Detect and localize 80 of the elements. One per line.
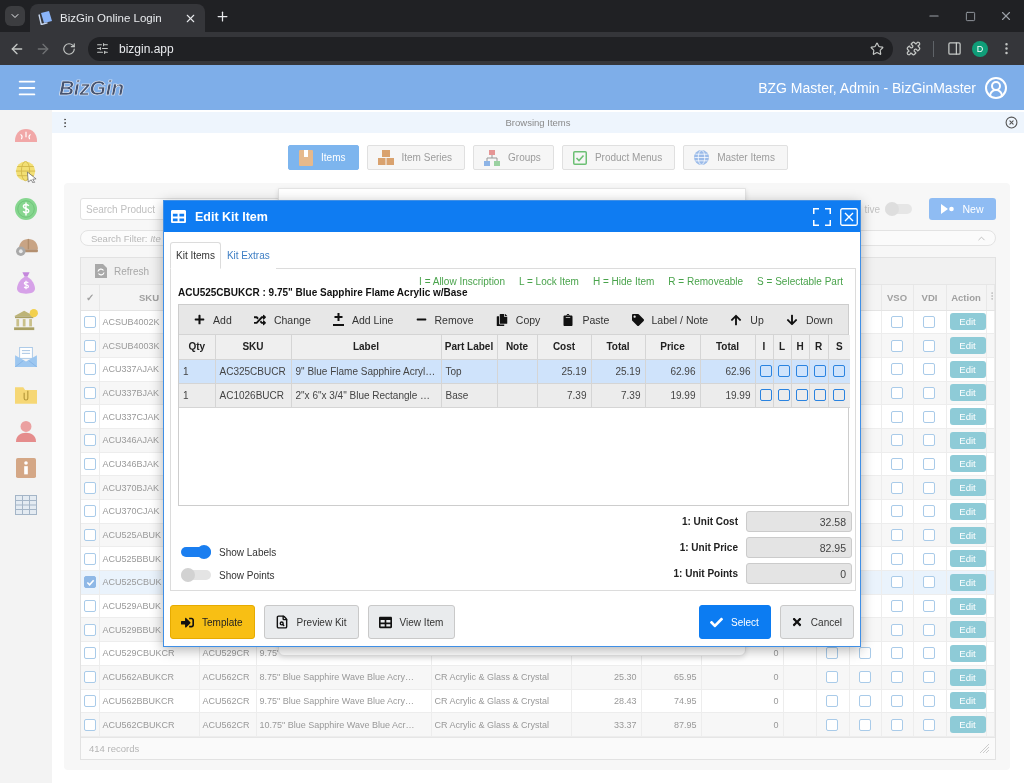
price-text: 74.95 [673, 695, 697, 706]
category-text: CR Acrylic & Glass & Crystal [434, 719, 550, 730]
sku-text: ACU337AJAK [102, 364, 160, 375]
sku-text: ACSUB4003K [102, 340, 160, 351]
column-header: VSO [886, 291, 908, 303]
sku-text: ACU525BBUK [102, 553, 162, 564]
total-field: 32.58 [746, 511, 852, 532]
points-text: 0 [773, 672, 779, 683]
table-cell: AC1026BUCR [215, 383, 291, 407]
code-text: ACU562CR [202, 695, 250, 706]
item-title: ACU525CBUKCR : 9.75" Blue Sapphire Flame Acrylic w/Base [178, 287, 468, 299]
table-cell: AC325CBUCR [215, 359, 291, 383]
code-text: ACU529CR [202, 648, 250, 659]
sku-text: ACU529BBUK [102, 624, 162, 635]
page-title: Browsing Items [504, 117, 572, 128]
sku-text: ACU337BJAK [102, 387, 160, 398]
code-text: ACU562CR [202, 719, 250, 730]
label-text: 10.75" Blue Sapphire Wave Blue Acr… [259, 719, 415, 730]
category-text: CR Acrylic & Glass & Crystal [434, 672, 550, 683]
sku-text: ACU337CJAK [102, 411, 160, 422]
total-label: 1: Unit Price [679, 542, 738, 553]
table-cell: 62.96 [645, 359, 700, 383]
label-text: 8.75" Blue Sapphire Wave Blue Acry… [259, 672, 414, 683]
toggle-label: Show Labels [219, 546, 277, 558]
column-header: SKU [138, 291, 160, 303]
toggle-label: Show Points [219, 569, 275, 581]
table-cell: Top [441, 359, 497, 383]
points-text: 0 [773, 719, 779, 730]
price-text: 87.95 [673, 719, 697, 730]
price-text: 65.95 [673, 672, 697, 683]
total-label: 1: Unit Cost [681, 516, 738, 527]
sku-text: ACU346AJAK [102, 435, 160, 446]
legend-text: I = Allow Inscription [419, 275, 505, 287]
points-text: 0 [773, 695, 779, 706]
sku-text: ACU562BBUKCR [102, 695, 175, 706]
table-cell: 25.19 [591, 359, 645, 383]
table-cell: 62.96 [700, 359, 755, 383]
code-text: ACU562CR [202, 672, 250, 683]
table-cell: 1 [179, 359, 215, 383]
table-cell: 19.99 [645, 383, 700, 407]
user-name: BZG Master, Admin - BizGinMaster [758, 79, 976, 96]
sku-text: ACU529ABUK [102, 601, 162, 612]
total-field: 0 [746, 563, 852, 584]
table-cell: Base [441, 383, 497, 407]
dialog-title: Edit Kit Item [195, 209, 269, 224]
table-cell: 7.39 [537, 383, 591, 407]
column-header: ✓ [85, 291, 94, 303]
sku-text: ACU370BJAK [102, 482, 160, 493]
label-text: 9.75" Blue Sapphire Wave Blue Acry… [259, 695, 414, 706]
filter-label: Search Filter: Ite [91, 232, 161, 244]
legend-text: H = Hide Item [592, 275, 655, 287]
table-cell: 2"x 6"x 3/4" Blue Rectangle … [291, 383, 441, 407]
table-cell: 7.39 [591, 383, 645, 407]
column-header: Action [951, 291, 981, 303]
cost-text: 25.30 [613, 672, 637, 683]
sku-text: ACU562ABUKCR [102, 672, 175, 683]
table-cell: 19.99 [700, 383, 755, 407]
sku-text: ACU562CBUKCR [102, 719, 175, 730]
table-cell: 1 [179, 383, 215, 407]
sku-text: ACSUB4002K [102, 316, 160, 327]
sku-text: ACU346BJAK [102, 458, 160, 469]
legend-text: S = Selectable Part [757, 275, 843, 287]
url-text: bizgin.app [119, 41, 175, 56]
table-cell: 9" Blue Flame Sapphire Acryl… [291, 359, 441, 383]
logo: BizGin [58, 75, 125, 100]
table-cell: 25.19 [537, 359, 591, 383]
total-field: 82.95 [746, 537, 852, 558]
sku-text: ACU525CBUK [102, 577, 162, 588]
category-text: CR Acrylic & Glass & Crystal [434, 695, 550, 706]
record-count: 414 records [89, 742, 140, 754]
column-header: VDI [921, 291, 938, 303]
sku-text: ACU529CBUKCR [102, 648, 175, 659]
sku-text: ACU525ABUK [102, 530, 162, 541]
cost-text: 33.37 [613, 719, 637, 730]
legend-text: R = Removeable [668, 275, 744, 287]
total-label: 1: Unit Points [673, 568, 738, 579]
legend-text: L = Lock Item [519, 275, 579, 287]
points-text: 0 [773, 648, 779, 659]
cost-text: 28.43 [613, 695, 637, 706]
sku-text: ACU370CJAK [102, 506, 160, 517]
